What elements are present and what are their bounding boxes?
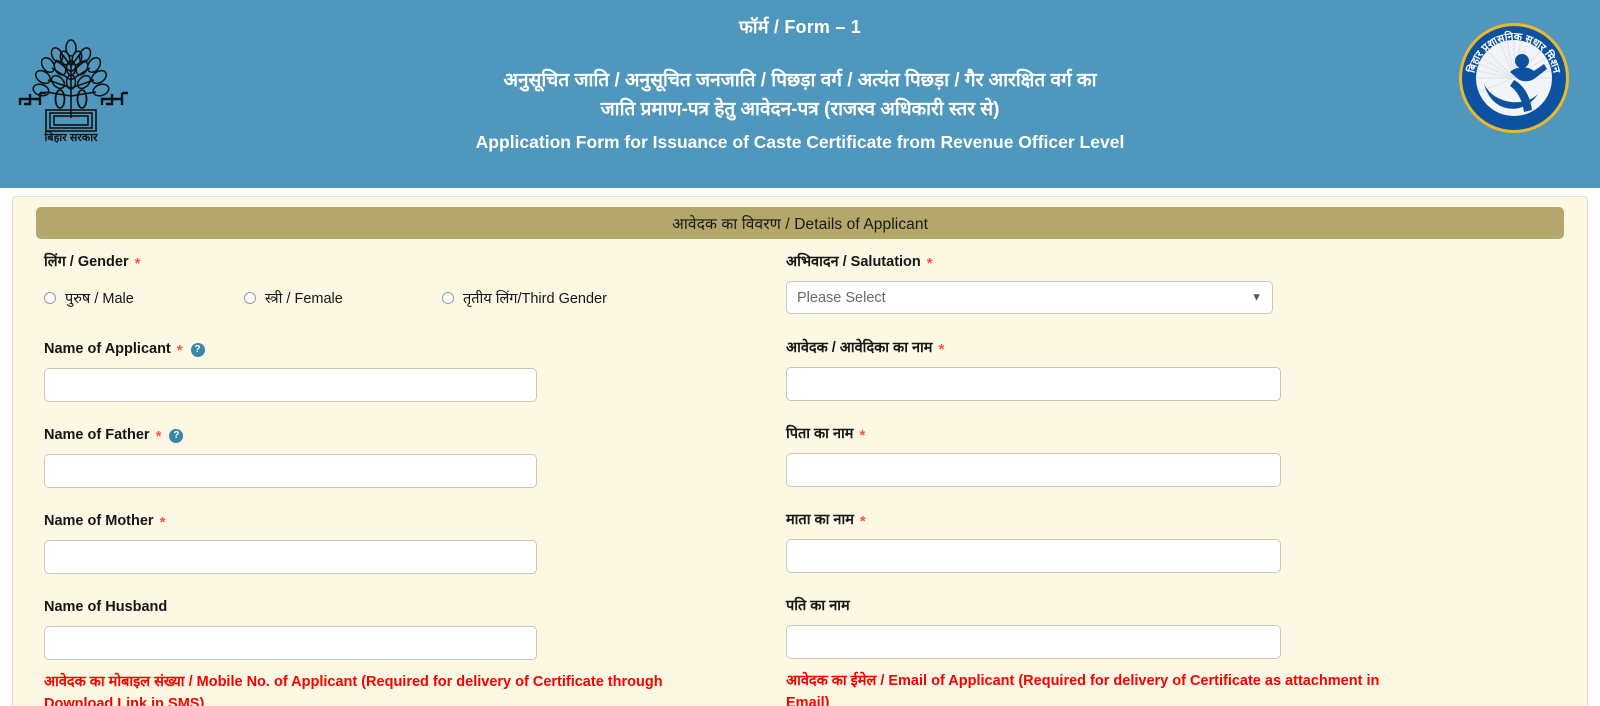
section-title: आवेदक का विवरण / Details of Applicant [671, 216, 929, 233]
applicant-name-hindi-label: आवेदक / आवेदिका का नाम * [786, 339, 1571, 358]
gender-option-female-label: स्त्री / Female [265, 291, 343, 307]
bihar-prashasanik-sudhar-mission-logo: बिहार प्रशासनिक सुधार मिशन [1459, 23, 1569, 133]
mother-name-hindi-label: माता का नाम * [786, 511, 1571, 530]
title-english: Application Form for Issuance of Caste C… [475, 131, 1125, 152]
name-of-mother-label: Name of Mother * [44, 512, 766, 531]
form-grid: लिंग / Gender * पुरुष / Male स्त्री / Fe… [29, 253, 1571, 706]
name-of-applicant-required-star: * [176, 342, 183, 359]
title-hindi-line1: अनुसूचित जाति / अनुसूचित जनजाति / पिछड़ा… [503, 70, 1097, 91]
svg-text:बिहार सरकार: बिहार सरकार [43, 130, 98, 144]
radio-icon[interactable] [244, 292, 256, 304]
husband-name-hindi-label-text: पति का नाम [786, 598, 850, 615]
bihar-government-emblem: बिहार सरकार [18, 39, 128, 144]
salutation-select-wrapper: Please Select ▼ [786, 281, 1273, 314]
father-name-hindi-label-text: पिता का नाम [786, 426, 854, 443]
mother-name-hindi-required-star: * [859, 513, 866, 530]
radio-icon[interactable] [442, 292, 454, 304]
applicant-details-panel: आवेदक का विवरण / Details of Applicant लि… [12, 196, 1588, 706]
salutation-label: अभिवादन / Salutation * [786, 253, 1571, 272]
name-of-applicant-label-text: Name of Applicant [44, 341, 171, 358]
form-column-right: अभिवादन / Salutation * Please Select ▼ आ… [766, 253, 1571, 706]
gender-required-star: * [134, 255, 141, 272]
help-icon[interactable]: ? [169, 428, 184, 443]
gender-label: लिंग / Gender * [44, 253, 766, 272]
form-number: फॉर्म / Form – 1 [739, 17, 861, 37]
name-of-father-label-text: Name of Father [44, 427, 150, 444]
radio-icon[interactable] [44, 292, 56, 304]
father-name-hindi-required-star: * [859, 427, 866, 444]
father-name-hindi-label: पिता का नाम * [786, 425, 1571, 444]
salutation-label-text: अभिवादन / Salutation [786, 254, 921, 271]
name-of-husband-label-text: Name of Husband [44, 599, 168, 616]
title-hindi-line2: जाति प्रमाण-पत्र हेतु आवेदन-पत्र (राजस्व… [600, 99, 1000, 121]
father-name-hindi-input[interactable] [786, 453, 1281, 487]
name-of-applicant-label: Name of Applicant * ? [44, 340, 766, 359]
salutation-required-star: * [926, 255, 933, 272]
name-of-mother-input[interactable] [44, 540, 537, 574]
mobile-number-note: आवेदक का मोबाइल संख्या / Mobile No. of A… [44, 674, 663, 706]
gender-option-male[interactable]: पुरुष / Male [44, 288, 244, 308]
gender-option-third-gender[interactable]: तृतीय लिंग/Third Gender [442, 288, 607, 308]
name-of-father-input[interactable] [44, 454, 537, 488]
gender-radio-group: पुरुष / Male स्त्री / Female तृतीय लिंग/… [44, 281, 766, 315]
gender-label-text: लिंग / Gender [44, 254, 129, 271]
page-header: बिहार सरकार फॉर्म / Form – 1 अनुसूचित जा… [0, 0, 1600, 188]
name-of-husband-input[interactable] [44, 626, 537, 660]
mother-name-hindi-label-text: माता का नाम [786, 512, 854, 529]
gender-option-female[interactable]: स्त्री / Female [244, 288, 442, 308]
name-of-father-label: Name of Father * ? [44, 426, 766, 445]
gender-option-male-label: पुरुष / Male [65, 291, 134, 307]
email-note: आवेदक का ईमेल / Email of Applicant (Requ… [786, 673, 1380, 706]
name-of-mother-required-star: * [159, 514, 166, 531]
form-body: आवेदक का विवरण / Details of Applicant लि… [0, 188, 1600, 706]
mother-name-hindi-input[interactable] [786, 539, 1281, 573]
applicant-name-hindi-input[interactable] [786, 367, 1281, 401]
name-of-father-required-star: * [155, 428, 162, 445]
husband-name-hindi-label: पति का नाम [786, 597, 1571, 616]
help-icon[interactable]: ? [190, 342, 205, 357]
form-column-left: लिंग / Gender * पुरुष / Male स्त्री / Fe… [29, 253, 766, 706]
name-of-applicant-input[interactable] [44, 368, 537, 402]
applicant-name-hindi-required-star: * [938, 341, 945, 358]
section-header-applicant-details: आवेदक का विवरण / Details of Applicant [36, 207, 1564, 239]
applicant-name-hindi-label-text: आवेदक / आवेदिका का नाम [786, 340, 933, 357]
header-title-block: फॉर्म / Form – 1 अनुसूचित जाति / अनुसूचि… [170, 14, 1430, 156]
husband-name-hindi-input[interactable] [786, 625, 1281, 659]
name-of-mother-label-text: Name of Mother [44, 513, 154, 530]
name-of-husband-label: Name of Husband [44, 598, 766, 617]
gender-option-third-gender-label: तृतीय लिंग/Third Gender [463, 291, 607, 307]
salutation-select[interactable]: Please Select [786, 281, 1273, 314]
